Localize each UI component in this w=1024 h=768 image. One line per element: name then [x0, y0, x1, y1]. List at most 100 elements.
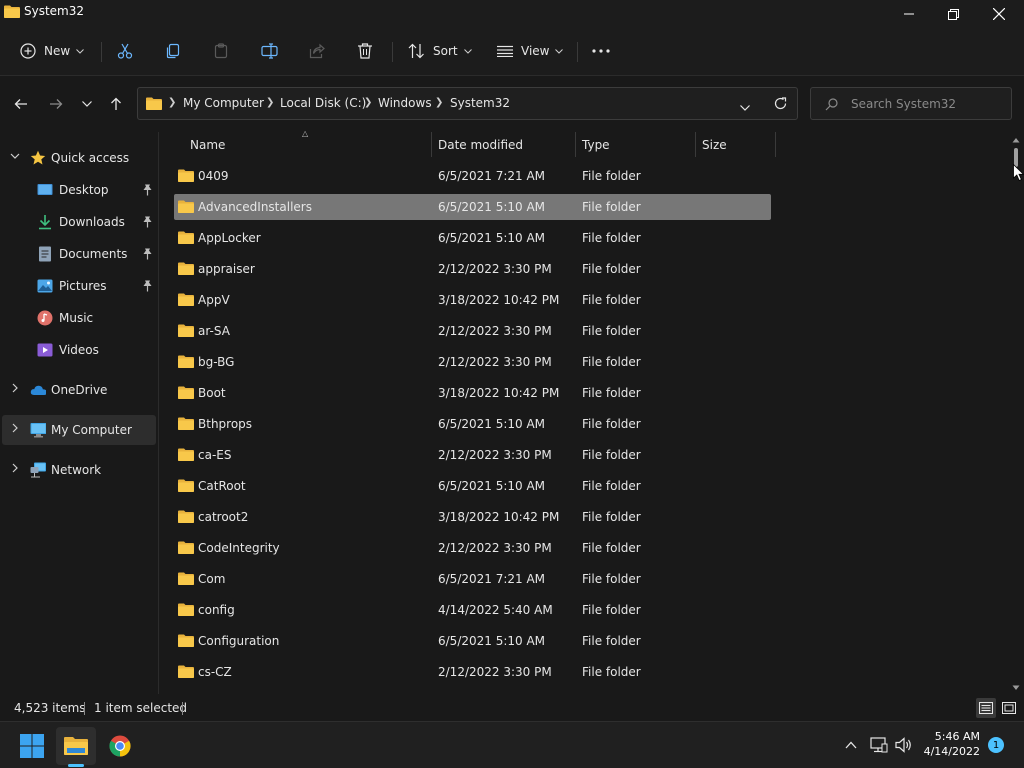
chevron-right-icon[interactable] [10, 463, 20, 473]
breadcrumb-system32[interactable]: System32 [450, 96, 510, 110]
folder-icon [178, 231, 194, 244]
copy-button[interactable] [165, 38, 181, 64]
details-view-button[interactable] [976, 698, 996, 718]
breadcrumb-chevron[interactable]: ❯ [435, 97, 443, 108]
file-row[interactable]: CodeIntegrity 2/12/2022 3:30 PM File folde… [174, 535, 771, 561]
breadcrumb-chevron[interactable]: ❯ [364, 97, 372, 108]
file-row[interactable]: AppV 3/18/2022 10:42 PM File folder [174, 287, 771, 313]
search-input[interactable]: Search System32 [810, 87, 1012, 120]
pin-icon[interactable] [142, 184, 153, 196]
sidebar-item-videos[interactable]: Videos [2, 335, 156, 365]
recent-locations-button[interactable] [75, 92, 99, 116]
file-row[interactable]: appraiser 2/12/2022 3:30 PM File folder [174, 256, 771, 282]
chrome-taskbar-button[interactable] [100, 727, 140, 765]
address-history-button[interactable] [740, 100, 750, 114]
notification-badge[interactable]: 1 [988, 737, 1004, 753]
file-explorer-icon [64, 737, 88, 755]
breadcrumb-windows[interactable]: Windows [378, 96, 432, 110]
sort-button[interactable]: Sort [408, 38, 472, 64]
breadcrumb-my-computer[interactable]: My Computer [183, 96, 264, 110]
sidebar-item-documents[interactable]: Documents [2, 239, 156, 269]
file-row[interactable]: Bthprops 6/5/2021 5:10 AM File folder [174, 411, 771, 437]
back-button[interactable] [9, 92, 33, 116]
column-resize-handle[interactable] [431, 132, 432, 157]
new-button[interactable]: New [20, 38, 85, 64]
column-resize-handle[interactable] [775, 132, 776, 157]
clock[interactable]: 5:46 AM 4/14/2022 [918, 729, 980, 759]
chevron-right-icon[interactable] [10, 423, 20, 433]
file-row[interactable]: Com 6/5/2021 7:21 AM File folder [174, 566, 771, 592]
delete-button[interactable] [357, 38, 373, 64]
column-header-size[interactable]: Size [702, 138, 727, 163]
plus-circle-icon [20, 43, 36, 59]
file-row[interactable]: CatRoot 6/5/2021 5:10 AM File folder [174, 473, 771, 499]
column-resize-handle[interactable] [695, 132, 696, 157]
file-row[interactable]: cs-CZ 2/12/2022 3:30 PM File folder [174, 659, 771, 685]
column-resize-handle[interactable] [575, 132, 576, 157]
restore-button[interactable] [930, 0, 976, 28]
file-row[interactable]: Configuration 6/5/2021 5:10 AM File folder [174, 628, 771, 654]
sidebar-item-downloads[interactable]: Downloads [2, 207, 156, 237]
more-options-button[interactable] [592, 38, 610, 64]
toolbar-divider [577, 42, 578, 62]
scroll-down-icon[interactable] [1012, 685, 1020, 691]
column-header-name[interactable]: Name [190, 138, 225, 163]
file-type: File folder [582, 634, 641, 648]
scroll-up-icon[interactable] [1012, 137, 1020, 143]
file-date-modified: 6/5/2021 5:10 AM [438, 634, 546, 648]
refresh-button[interactable] [774, 97, 787, 113]
file-row[interactable]: bg-BG 2/12/2022 3:30 PM File folder [174, 349, 771, 375]
file-row[interactable]: Boot 3/18/2022 10:42 PM File folder [174, 380, 771, 406]
file-explorer-taskbar-button[interactable] [56, 727, 96, 765]
column-header-date-modified[interactable]: Date modified [438, 138, 523, 163]
file-row[interactable]: ar-SA 2/12/2022 3:30 PM File folder [174, 318, 771, 344]
start-button[interactable] [12, 727, 52, 765]
vertical-scrollbar[interactable] [1010, 134, 1022, 696]
chevron-down-icon[interactable] [10, 151, 20, 161]
rename-button[interactable] [261, 38, 279, 64]
column-header-type[interactable]: Type [582, 138, 610, 163]
share-button[interactable] [309, 38, 325, 64]
sidebar-item-quick-access[interactable]: Quick access [2, 143, 156, 173]
file-row[interactable]: 0409 6/5/2021 7:21 AM File folder [174, 163, 771, 189]
chevron-right-icon[interactable] [10, 383, 20, 393]
file-date-modified: 2/12/2022 3:30 PM [438, 541, 552, 555]
file-date-modified: 2/12/2022 3:30 PM [438, 262, 552, 276]
sidebar-item-music[interactable]: Music [2, 303, 156, 333]
active-app-indicator [68, 764, 84, 767]
file-row[interactable]: config 4/14/2022 5:40 AM File folder [174, 597, 771, 623]
close-button[interactable] [976, 0, 1022, 28]
address-bar[interactable]: ❯ My Computer ❯ Local Disk (C:) ❯ Window… [137, 87, 798, 120]
breadcrumb-local-disk[interactable]: Local Disk (C:) [280, 96, 366, 110]
file-row[interactable]: AppLocker 6/5/2021 5:10 AM File folder [174, 225, 771, 251]
sidebar-item-my-computer[interactable]: My Computer [2, 415, 156, 445]
file-name: Bthprops [198, 417, 253, 431]
file-name: cs-CZ [198, 665, 232, 679]
view-label: View [521, 44, 550, 58]
pin-icon[interactable] [142, 248, 153, 260]
pin-icon[interactable] [142, 216, 153, 228]
view-list-icon [497, 45, 513, 57]
file-row[interactable]: ca-ES 2/12/2022 3:30 PM File folder [174, 442, 771, 468]
volume-button[interactable] [893, 734, 915, 756]
file-row[interactable]: AdvancedInstallers 6/5/2021 5:10 AM File f… [174, 194, 771, 220]
desktop-icon [37, 184, 53, 195]
up-button[interactable] [104, 92, 128, 116]
show-hidden-icons-button[interactable] [840, 734, 862, 756]
paste-button[interactable] [213, 38, 229, 64]
pin-icon[interactable] [142, 280, 153, 292]
sidebar-item-onedrive[interactable]: OneDrive [2, 375, 156, 405]
sidebar-item-desktop[interactable]: Desktop [2, 175, 156, 205]
sidebar-item-network[interactable]: Network [2, 455, 156, 485]
breadcrumb-chevron[interactable]: ❯ [266, 97, 274, 108]
minimize-button[interactable] [886, 0, 932, 28]
forward-button[interactable] [44, 92, 68, 116]
view-button[interactable]: View [497, 38, 564, 64]
network-tray-button[interactable] [868, 734, 890, 756]
file-row[interactable]: catroot2 3/18/2022 10:42 PM File folder [174, 504, 771, 530]
large-icons-view-button[interactable] [999, 698, 1019, 718]
file-date-modified: 6/5/2021 5:10 AM [438, 417, 546, 431]
cut-button[interactable] [117, 38, 133, 64]
sidebar-item-pictures[interactable]: Pictures [2, 271, 156, 301]
chevron-down-icon [76, 48, 85, 54]
